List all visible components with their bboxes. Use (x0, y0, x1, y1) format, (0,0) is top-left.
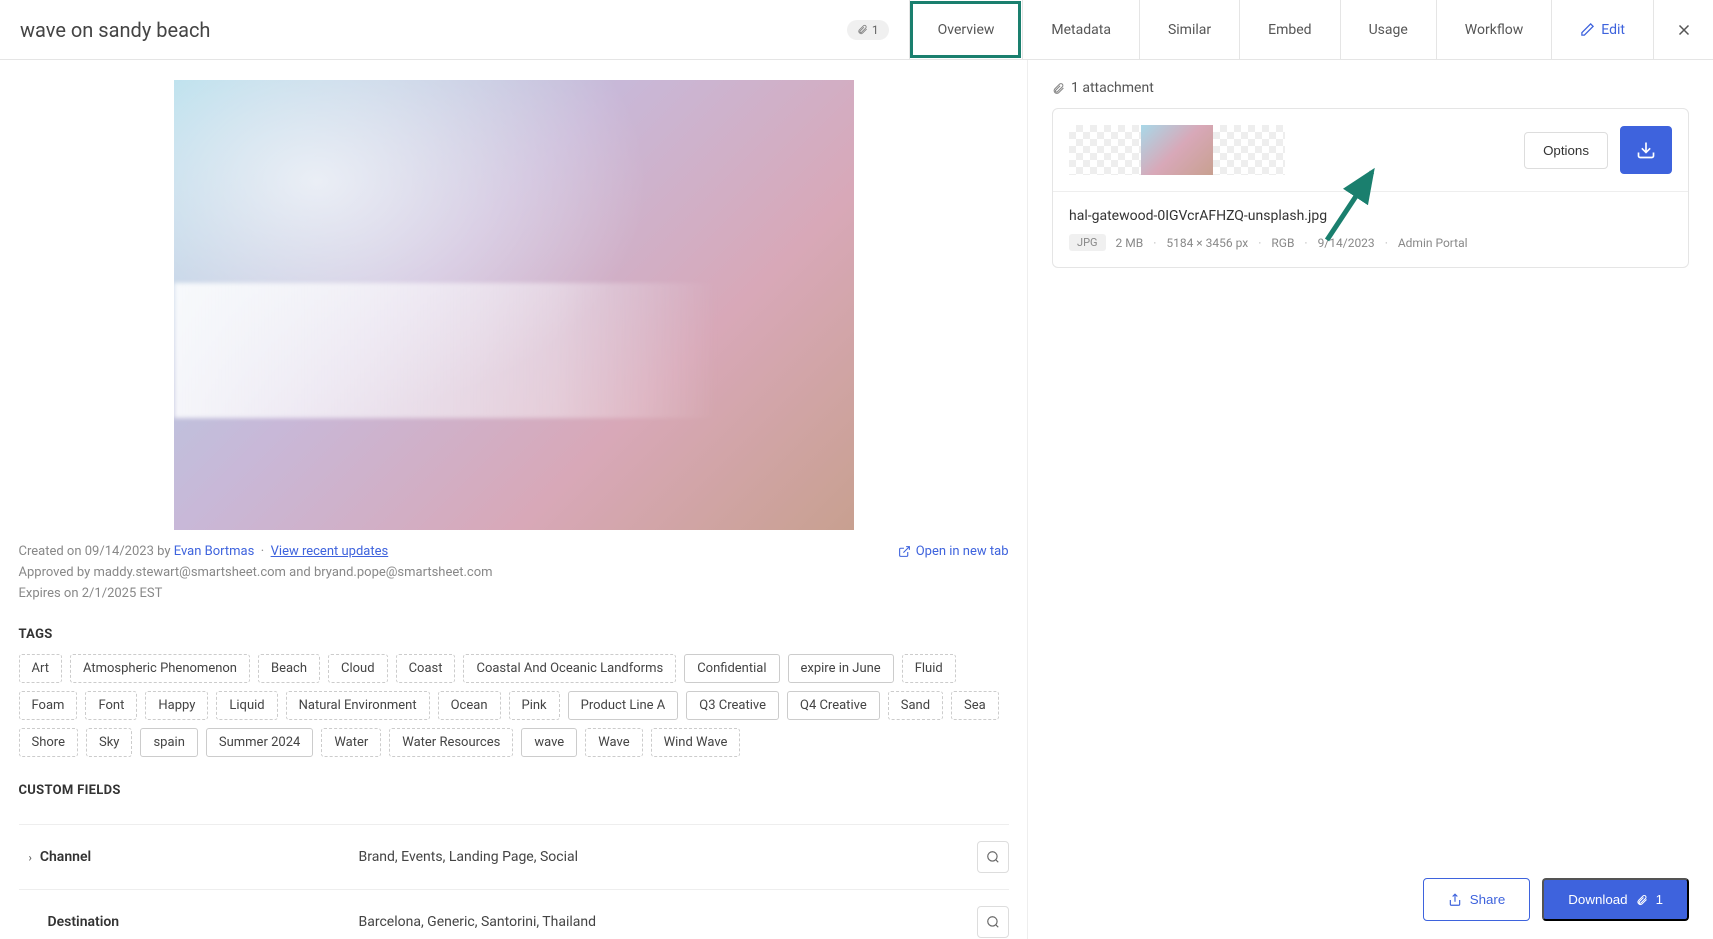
tag[interactable]: Foam (19, 691, 78, 720)
attachment-filename: hal-gatewood-0IGVcrAFHZQ-unsplash.jpg (1069, 208, 1672, 224)
tag[interactable]: Water (321, 728, 381, 757)
approved-info: Approved by maddy.stewart@smartsheet.com… (19, 565, 493, 580)
tag[interactable]: Sky (86, 728, 132, 757)
custom-field-value: Barcelona, Generic, Santorini, Thailand (359, 914, 977, 930)
tag[interactable]: Product Line A (568, 691, 679, 720)
tag[interactable]: Beach (258, 654, 320, 683)
tag[interactable]: Atmospheric Phenomenon (70, 654, 250, 683)
download-icon (1636, 140, 1656, 160)
upload-source: Admin Portal (1398, 236, 1468, 250)
footer-actions: Share Download 1 (1423, 878, 1689, 921)
paperclip-icon (857, 24, 868, 35)
custom-field-row: ›ChannelBrand, Events, Landing Page, Soc… (19, 824, 1009, 890)
attachment-meta: JPG 2 MB · 5184 × 3456 px · RGB · 9/14/2… (1069, 234, 1672, 251)
paperclip-icon (1052, 82, 1065, 95)
tag[interactable]: Ocean (438, 691, 501, 720)
expires-info: Expires on 2/1/2025 EST (19, 586, 493, 601)
tag[interactable]: Sand (888, 691, 943, 720)
custom-field-label[interactable]: Destination (19, 914, 359, 930)
tag[interactable]: spain (140, 728, 197, 757)
custom-field-search-button[interactable] (977, 906, 1009, 938)
attachment-count: 1 (872, 23, 879, 37)
tag[interactable]: Art (19, 654, 62, 683)
tag[interactable]: wave (521, 728, 577, 757)
tag[interactable]: Coastal And Oceanic Landforms (463, 654, 676, 683)
creator-link[interactable]: Evan Bortmas (174, 544, 255, 559)
tag[interactable]: Font (85, 691, 137, 720)
attachments-panel: 1 attachment Options hal-gatewood-0IGVcr… (1028, 60, 1713, 939)
thumbnail-transparent-right (1213, 125, 1285, 175)
tag[interactable]: Wind Wave (651, 728, 741, 757)
tag[interactable]: Shore (19, 728, 78, 757)
upload-date: 9/14/2023 (1318, 236, 1375, 250)
created-info: Created on 09/14/2023 by Evan Bortmas · … (19, 544, 493, 559)
dimensions: 5184 × 3456 px (1166, 236, 1248, 250)
tab-usage[interactable]: Usage (1340, 0, 1436, 59)
options-button[interactable]: Options (1524, 132, 1608, 169)
tab-overview[interactable]: Overview (909, 0, 1023, 59)
tag[interactable]: Q3 Creative (686, 691, 779, 720)
tag[interactable]: Cloud (328, 654, 388, 683)
external-link-icon (898, 545, 911, 558)
tag[interactable]: Liquid (216, 691, 277, 720)
thumbnail-transparent-left (1069, 125, 1141, 175)
thumbnail-preview[interactable] (1141, 125, 1213, 175)
tag[interactable]: Q4 Creative (787, 691, 880, 720)
share-button[interactable]: Share (1423, 878, 1531, 921)
tag[interactable]: Fluid (902, 654, 956, 683)
tab-embed[interactable]: Embed (1239, 0, 1339, 59)
custom-field-row: DestinationBarcelona, Generic, Santorini… (19, 890, 1009, 939)
tag[interactable]: Coast (396, 654, 456, 683)
pencil-icon (1580, 22, 1595, 37)
tag[interactable]: Happy (145, 691, 208, 720)
chevron-right-icon: › (29, 851, 32, 864)
custom-fields-list: ›ChannelBrand, Events, Landing Page, Soc… (19, 824, 1009, 939)
color-mode: RGB (1271, 236, 1294, 250)
download-attachment-button[interactable] (1620, 126, 1672, 174)
search-icon (986, 915, 1000, 929)
image-preview[interactable] (174, 80, 854, 530)
file-size: 2 MB (1116, 236, 1144, 250)
tag[interactable]: expire in June (788, 654, 894, 683)
tab-similar[interactable]: Similar (1139, 0, 1239, 59)
close-button[interactable] (1653, 0, 1713, 59)
tag[interactable]: Sea (951, 691, 999, 720)
custom-field-label[interactable]: ›Channel (19, 849, 359, 865)
share-icon (1448, 893, 1462, 907)
header-bar: wave on sandy beach 1 Overview Metadata … (0, 0, 1713, 60)
tag[interactable]: Pink (509, 691, 560, 720)
download-button[interactable]: Download 1 (1542, 878, 1689, 921)
open-new-tab-link[interactable]: Open in new tab (898, 544, 1009, 559)
thumbnail-strip (1069, 125, 1285, 175)
tag[interactable]: Confidential (684, 654, 779, 683)
tag[interactable]: Summer 2024 (206, 728, 313, 757)
attachment-count-badge[interactable]: 1 (847, 20, 889, 40)
view-updates-link[interactable]: View recent updates (271, 544, 389, 559)
attachments-header: 1 attachment (1052, 80, 1689, 96)
tabs: Overview Metadata Similar Embed Usage Wo… (909, 0, 1653, 59)
attachment-card: Options hal-gatewood-0IGVcrAFHZQ-unsplas… (1052, 108, 1689, 268)
tag[interactable]: Natural Environment (286, 691, 430, 720)
paperclip-icon (1636, 894, 1648, 906)
format-badge: JPG (1069, 234, 1106, 251)
tags-heading: TAGS (19, 627, 1009, 642)
page-title: wave on sandy beach (20, 18, 210, 42)
tab-workflow[interactable]: Workflow (1436, 0, 1552, 59)
custom-fields-heading: CUSTOM FIELDS (19, 783, 1009, 798)
main-panel: Created on 09/14/2023 by Evan Bortmas · … (0, 60, 1028, 939)
tag[interactable]: Water Resources (389, 728, 513, 757)
custom-field-value: Brand, Events, Landing Page, Social (359, 849, 977, 865)
tags-list: Art Atmospheric Phenomenon Beach Cloud Coast… (19, 654, 1009, 757)
search-icon (986, 850, 1000, 864)
tag[interactable]: Wave (585, 728, 642, 757)
tab-metadata[interactable]: Metadata (1022, 0, 1139, 59)
close-icon (1675, 21, 1693, 39)
custom-field-search-button[interactable] (977, 841, 1009, 873)
tab-edit[interactable]: Edit (1551, 0, 1653, 59)
